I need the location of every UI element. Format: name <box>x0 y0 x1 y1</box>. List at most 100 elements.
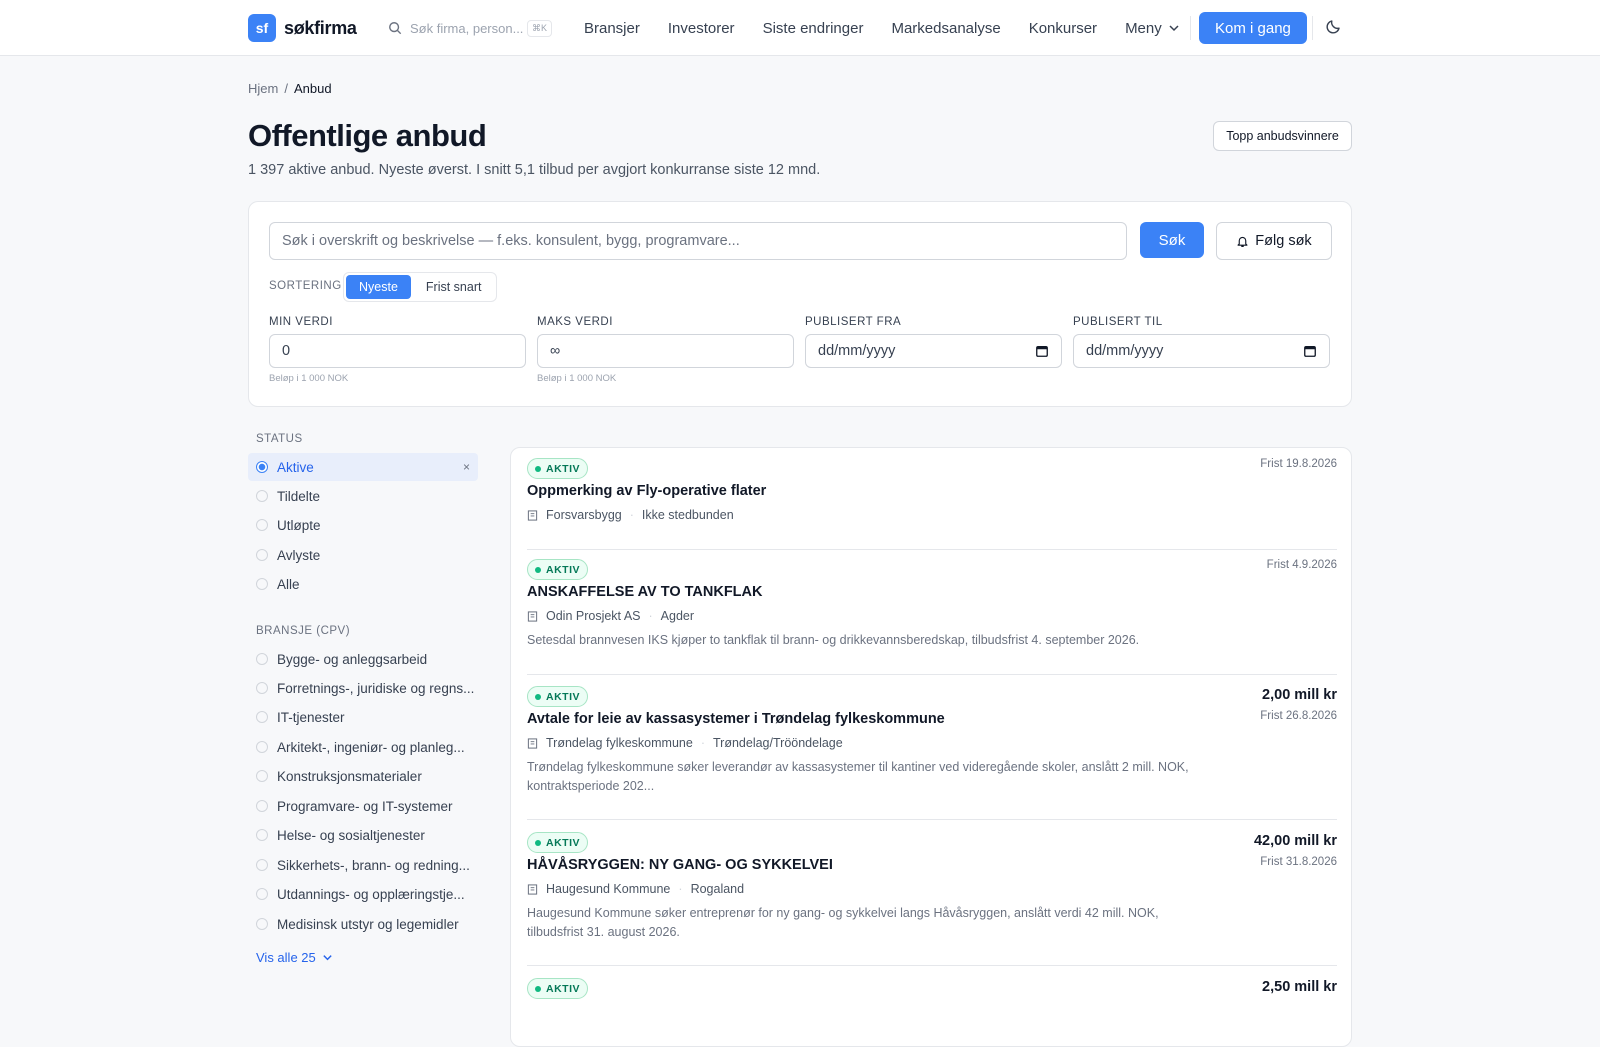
search-icon <box>389 22 402 35</box>
published-from-field: PUBLISERT FRA dd/mm/yyyy <box>805 316 1062 368</box>
tender-buyer[interactable]: Odin Prosjekt AS <box>546 609 641 623</box>
industry-item[interactable]: Helse- og sosialtjenester <box>248 821 478 849</box>
meta-separator: · <box>629 508 634 522</box>
tender-location: Rogaland <box>690 882 745 896</box>
meta-separator: · <box>678 882 683 896</box>
industry-item-label: Helse- og sosialtjenester <box>277 827 425 843</box>
tender-buyer[interactable]: Forsvarsbygg <box>546 508 622 522</box>
industry-item-label: Sikkerhets-, brann- og redning... <box>277 857 470 873</box>
status-item-aktive[interactable]: Aktive × <box>248 453 478 481</box>
max-value-hint: Beløp i 1 000 NOK <box>537 373 617 384</box>
status-dot-icon <box>535 693 541 700</box>
menu-dropdown[interactable]: Meny <box>1125 20 1180 37</box>
industry-heading: BRANSJE (CPV) <box>256 625 351 637</box>
min-value-input[interactable]: 0 <box>269 334 526 368</box>
bell-icon <box>1237 236 1248 247</box>
status-badge: AKTIV <box>527 978 588 999</box>
radio-selected-icon <box>256 461 268 473</box>
nav-link-bransjer[interactable]: Bransjer <box>584 20 640 37</box>
search-shortcut: ⌘K <box>526 19 552 37</box>
radio-icon <box>256 918 268 930</box>
nav-link-siste-endringer[interactable]: Siste endringer <box>763 20 864 37</box>
industry-item-label: Utdannings- og opplæringstje... <box>277 886 465 902</box>
tender-row[interactable]: AKTIV 2,50 mill kr <box>527 978 1337 1038</box>
status-item-label: Tildelte <box>277 488 321 504</box>
radio-icon <box>256 653 268 665</box>
search-button[interactable]: Søk <box>1140 222 1204 258</box>
published-from-input[interactable]: dd/mm/yyyy <box>805 334 1062 368</box>
industry-item[interactable]: Medisinsk utstyr og legemidler <box>248 910 478 938</box>
tender-title[interactable]: Avtale for leie av kassasystemer i Trønd… <box>527 711 945 727</box>
status-badge: AKTIV <box>527 686 588 707</box>
logo[interactable]: sf søkfirma <box>248 14 357 42</box>
page-subtitle: 1 397 aktive anbud. Nyeste øverst. I sni… <box>248 162 821 178</box>
status-badge-label: AKTIV <box>546 690 580 703</box>
tender-deadline: Frist 31.8.2026 <box>1260 856 1337 868</box>
nav-link-konkurser[interactable]: Konkurser <box>1029 20 1097 37</box>
industry-item[interactable]: Sikkerhets-, brann- og redning... <box>248 851 478 879</box>
tender-row[interactable]: AKTIV Frist 4.9.2026 ANSKAFFELSE AV TO T… <box>527 559 1337 675</box>
tender-buyer[interactable]: Haugesund Kommune <box>546 882 670 896</box>
nav-link-investorer[interactable]: Investorer <box>668 20 735 37</box>
tender-title[interactable]: HÅVÅSRYGGEN: NY GANG- OG SYKKELVEI <box>527 857 833 873</box>
sort-option-deadline[interactable]: Frist snart <box>413 275 495 299</box>
calendar-icon[interactable] <box>1035 344 1049 358</box>
tender-description: Trøndelag fylkeskommune søker leverandør… <box>527 760 1189 793</box>
building-icon <box>527 509 538 521</box>
industry-item[interactable]: Arkitekt-, ingeniør- og planleg... <box>248 733 478 761</box>
tender-title[interactable]: ANSKAFFELSE AV TO TANKFLAK <box>527 584 762 600</box>
tender-deadline: Frist 19.8.2026 <box>1260 458 1337 470</box>
industry-item[interactable]: Konstruksjonsmaterialer <box>248 762 478 790</box>
tender-row[interactable]: AKTIV 42,00 mill kr Frist 31.8.2026 HÅVÅ… <box>527 832 1337 966</box>
tender-value: 42,00 mill kr <box>1253 833 1337 849</box>
industry-item[interactable]: Utdannings- og opplæringstje... <box>248 880 478 908</box>
status-item-label: Aktive <box>277 459 314 475</box>
get-started-button[interactable]: Kom i gang <box>1199 12 1307 44</box>
tender-row[interactable]: AKTIV 2,00 mill kr Frist 26.8.2026 Avtal… <box>527 686 1337 820</box>
dark-mode-toggle-icon[interactable] <box>1326 18 1342 34</box>
tender-description: Haugesund Kommune søker entreprenør for … <box>527 906 1159 939</box>
follow-search-button[interactable]: Følg søk <box>1216 222 1332 260</box>
status-dot-icon <box>535 985 541 992</box>
breadcrumb-separator: / <box>284 81 288 96</box>
status-item-utlopte[interactable]: Utløpte <box>248 511 478 539</box>
logo-text: søkfirma <box>284 17 357 38</box>
tender-title[interactable]: Oppmerking av Fly-operative flater <box>527 483 766 499</box>
published-to-input[interactable]: dd/mm/yyyy <box>1073 334 1330 368</box>
radio-icon <box>256 519 268 531</box>
industry-item[interactable]: Bygge- og anleggsarbeid <box>248 645 478 673</box>
nav-link-markedsanalyse[interactable]: Markedsanalyse <box>891 20 1000 37</box>
status-dot-icon <box>535 465 541 472</box>
radio-icon <box>256 741 268 753</box>
industry-item-label: Konstruksjonsmaterialer <box>277 768 422 784</box>
radio-icon <box>256 578 268 590</box>
tender-buyer[interactable]: Trøndelag fylkeskommune <box>546 736 693 750</box>
status-item-avlyste[interactable]: Avlyste <box>248 541 478 569</box>
building-icon <box>527 737 538 749</box>
sort-label: SORTERING <box>269 280 342 292</box>
industry-item[interactable]: IT-tjenester <box>248 703 478 731</box>
clear-icon[interactable]: × <box>463 460 470 474</box>
status-heading: STATUS <box>256 433 303 445</box>
status-item-alle[interactable]: Alle <box>248 570 478 598</box>
max-value-input[interactable]: ∞ <box>537 334 794 368</box>
tender-row[interactable]: AKTIV Frist 19.8.2026 Oppmerking av Fly-… <box>527 458 1337 550</box>
meta-separator: · <box>700 736 705 750</box>
building-icon <box>527 610 538 622</box>
calendar-icon[interactable] <box>1303 344 1317 358</box>
sort-option-newest[interactable]: Nyeste <box>346 275 411 299</box>
industry-item[interactable]: Programvare- og IT-systemer <box>248 792 478 820</box>
tender-search-input[interactable]: Søk i overskrift og beskrivelse — f.eks.… <box>269 222 1127 260</box>
breadcrumb-home[interactable]: Hjem <box>248 81 278 96</box>
tender-search-placeholder: Søk i overskrift og beskrivelse — f.eks.… <box>282 233 740 249</box>
status-item-label: Utløpte <box>277 517 321 533</box>
show-all-industries-link[interactable]: Vis alle 25 <box>256 950 333 965</box>
status-item-tildelte[interactable]: Tildelte <box>248 482 478 510</box>
nav-search-input[interactable]: Søk firma, person... ⌘K <box>380 14 560 42</box>
published-from-label: PUBLISERT FRA <box>805 316 902 328</box>
industry-item[interactable]: Forretnings-, juridiske og regns... <box>248 674 478 702</box>
industry-item-label: IT-tjenester <box>277 709 345 725</box>
top-winners-button[interactable]: Topp anbudsvinnere <box>1213 121 1352 151</box>
published-from-value: dd/mm/yyyy <box>818 343 896 359</box>
status-dot-icon <box>535 566 541 573</box>
